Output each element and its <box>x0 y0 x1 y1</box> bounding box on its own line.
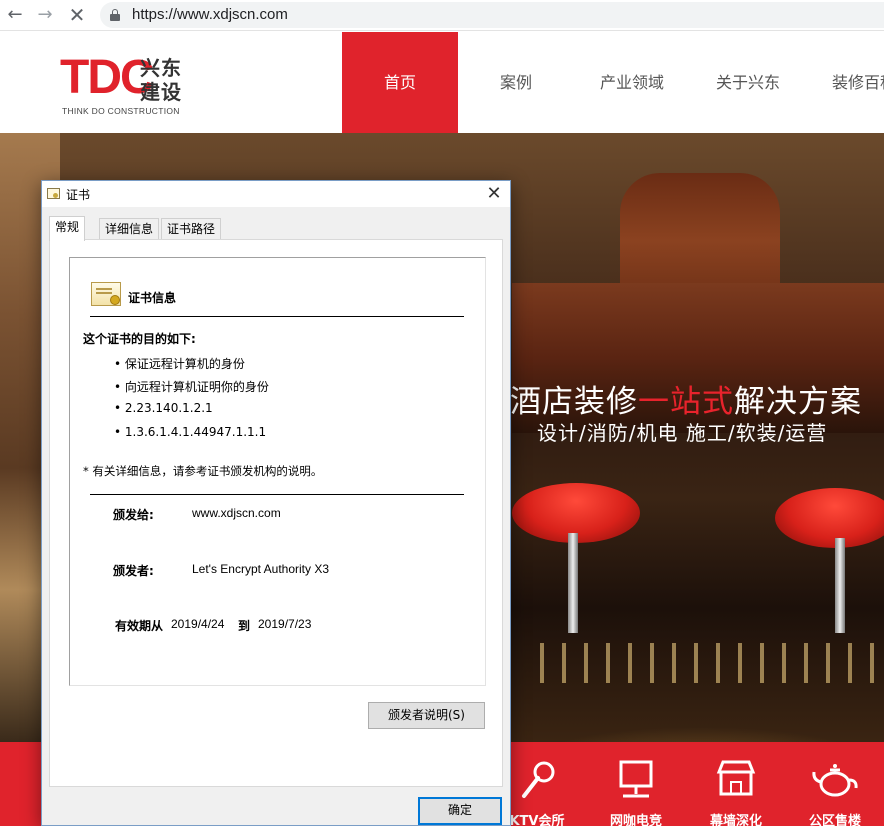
certificate-icon <box>47 188 60 199</box>
service-public-area[interactable]: 公区售楼 <box>789 742 881 826</box>
url-text[interactable]: https://www.xdjscn.com <box>132 6 288 23</box>
logo-cn-line1: 兴东 <box>140 56 182 80</box>
teapot-icon <box>812 764 858 797</box>
issued-by-label: 颁发者: <box>113 564 154 578</box>
purpose-heading: 这个证书的目的如下: <box>83 332 196 346</box>
stop-loading-icon[interactable]: ✕ <box>66 4 88 26</box>
storefront-icon <box>716 760 756 796</box>
bar-stool-leg <box>568 533 578 633</box>
pool-lights-image <box>540 643 884 683</box>
service-label: 网咖电竞 <box>609 814 662 826</box>
tab-general[interactable]: 常规 <box>49 216 86 241</box>
site-header: TDC 兴东 建设 THINK DO CONSTRUCTION 首页 案例 产业… <box>0 32 884 133</box>
site-logo[interactable]: TDC 兴东 建设 THINK DO CONSTRUCTION <box>60 46 190 120</box>
valid-from-label: 有效期从 <box>115 619 164 633</box>
general-tab-panel: 证书信息 这个证书的目的如下: • 保证远程计算机的身份 • 向远程计算机证明你… <box>49 239 503 787</box>
logo-tagline: THINK DO CONSTRUCTION <box>62 106 180 116</box>
valid-to-value[interactable]: 2019/7/23 <box>258 617 311 631</box>
service-internet-cafe[interactable]: 网咖电竞 <box>590 742 682 826</box>
divider <box>90 316 464 317</box>
nav-item-industries[interactable]: 产业领域 <box>574 32 690 133</box>
purpose-item: • 2.23.140.1.2.1 <box>114 401 213 415</box>
purpose-item: • 向远程计算机证明你的身份 <box>114 380 269 394</box>
issuer-statement-button[interactable]: 颁发者说明(S) <box>368 702 485 729</box>
nav-item-encyclopedia[interactable]: 装修百科 <box>806 32 884 133</box>
nav-item-cases[interactable]: 案例 <box>458 32 574 133</box>
hero-title-highlight: 一站式 <box>638 384 734 420</box>
divider <box>90 494 464 495</box>
logo-mark: TDC <box>60 51 155 104</box>
lock-icon[interactable] <box>110 9 120 21</box>
certificate-icon <box>91 282 121 306</box>
bar-stool-leg <box>835 538 845 633</box>
issued-to-label: 颁发给: <box>113 508 154 522</box>
valid-from-value[interactable]: 2019/4/24 <box>171 617 224 631</box>
address-bar[interactable]: https://www.xdjscn.com <box>100 2 884 28</box>
hero-subtitle: 设计/消防/机电 施工/软装/运营 <box>537 421 828 445</box>
purpose-item: • 1.3.6.1.4.1.44947.1.1.1 <box>114 425 267 439</box>
dialog-titlebar[interactable]: 证书 ✕ <box>42 181 510 207</box>
logo-cn-line2: 建设 <box>140 80 182 104</box>
back-arrow-icon[interactable]: ← <box>4 4 26 26</box>
nav-item-about[interactable]: 关于兴东 <box>690 32 806 133</box>
certificate-dialog: 证书 ✕ 常规 详细信息 证书路径 证书信息 这个证书的目的如下: • 保证远程… <box>41 180 511 826</box>
microphone-icon <box>522 761 555 798</box>
certificate-info-box: 证书信息 这个证书的目的如下: • 保证远程计算机的身份 • 向远程计算机证明你… <box>69 257 486 686</box>
nav-item-home[interactable]: 首页 <box>342 32 458 133</box>
purpose-item: • 保证远程计算机的身份 <box>114 357 245 371</box>
service-label: 幕墙深化 <box>709 814 762 826</box>
valid-to-label: 到 <box>238 619 251 633</box>
issued-to-value[interactable]: www.xdjscn.com <box>192 506 281 520</box>
hero-title-part: 解决方案 <box>734 384 862 420</box>
issued-by-value[interactable]: Let's Encrypt Authority X3 <box>192 562 329 576</box>
dialog-title: 证书 <box>66 188 91 202</box>
main-nav: 首页 案例 产业领域 关于兴东 装修百科 <box>342 32 884 133</box>
logo-chinese: 兴东 建设 <box>140 56 184 104</box>
service-label: 公区售楼 <box>808 814 861 826</box>
ok-button[interactable]: 确定 <box>418 797 502 825</box>
tab-certification-path[interactable]: 证书路径 <box>161 218 222 240</box>
hero-title: 酒店装修一站式解决方案 <box>510 376 862 421</box>
forward-arrow-icon[interactable]: → <box>34 4 56 26</box>
cert-info-heading: 证书信息 <box>128 291 177 305</box>
hero-title-part: 酒店装修 <box>510 384 638 420</box>
close-icon[interactable]: ✕ <box>482 183 506 205</box>
computer-icon <box>619 760 653 798</box>
details-note: * 有关详细信息，请参考证书颁发机构的说明。 <box>83 464 323 478</box>
service-curtain-wall[interactable]: 幕墙深化 <box>690 742 782 826</box>
browser-toolbar: ← → ✕ https://www.xdjscn.com <box>0 0 884 31</box>
bar-stool-image <box>775 488 884 548</box>
tab-details[interactable]: 详细信息 <box>99 218 160 240</box>
